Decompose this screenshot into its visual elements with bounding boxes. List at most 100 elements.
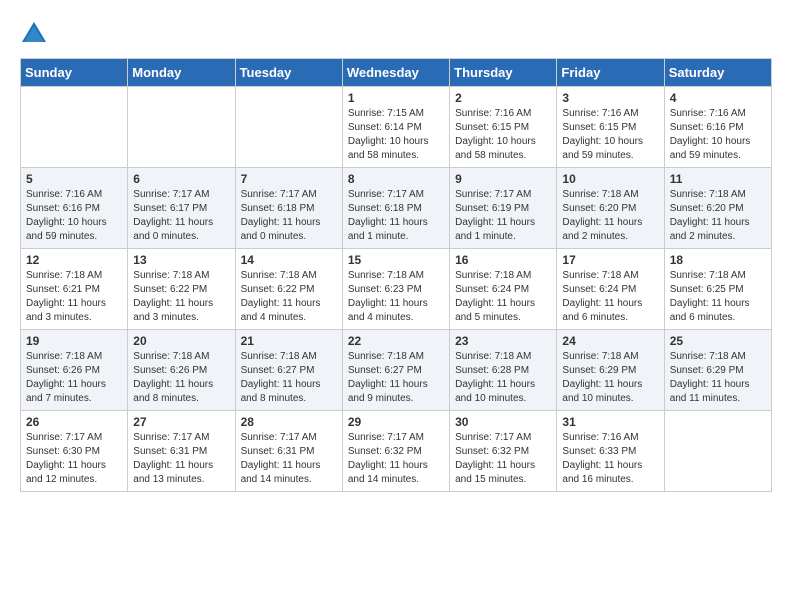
calendar-cell: 21 Sunrise: 7:18 AMSunset: 6:27 PMDayligh…: [235, 330, 342, 411]
cell-info: Sunrise: 7:16 AMSunset: 6:16 PMDaylight:…: [26, 188, 122, 244]
calendar-header-row: SundayMondayTuesdayWednesdayThursdayFrid…: [21, 59, 772, 87]
calendar-cell: 20 Sunrise: 7:18 AMSunset: 6:26 PMDayligh…: [128, 330, 235, 411]
weekday-header: Wednesday: [342, 59, 449, 87]
calendar-cell: 28 Sunrise: 7:17 AMSunset: 6:31 PMDayligh…: [235, 411, 342, 492]
calendar-cell: 31 Sunrise: 7:16 AMSunset: 6:33 PMDayligh…: [557, 411, 664, 492]
calendar-cell: 16 Sunrise: 7:18 AMSunset: 6:24 PMDayligh…: [450, 249, 557, 330]
cell-info: Sunrise: 7:18 AMSunset: 6:27 PMDaylight:…: [241, 350, 337, 406]
cell-info: Sunrise: 7:18 AMSunset: 6:22 PMDaylight:…: [133, 269, 229, 325]
cell-info: Sunrise: 7:16 AMSunset: 6:16 PMDaylight:…: [670, 107, 766, 163]
calendar-cell: 17Sunrise: 7:18 AMSunset: 6:24 PMDayligh…: [557, 249, 664, 330]
cell-info: Sunrise: 7:18 AMSunset: 6:20 PMDaylight:…: [562, 188, 658, 244]
cell-info: Sunrise: 7:17 AMSunset: 6:31 PMDaylight:…: [241, 431, 337, 487]
cell-info: Sunrise: 7:17 AMSunset: 6:19 PMDaylight:…: [455, 188, 551, 244]
day-number: 18: [670, 253, 766, 267]
cell-info: Sunrise: 7:16 AMSunset: 6:33 PMDaylight:…: [562, 431, 658, 487]
day-number: 26: [26, 415, 122, 429]
calendar-cell: 24 Sunrise: 7:18 AMSunset: 6:29 PMDayligh…: [557, 330, 664, 411]
calendar-cell: 10 Sunrise: 7:18 AMSunset: 6:20 PMDayligh…: [557, 168, 664, 249]
day-number: 27: [133, 415, 229, 429]
cell-info: Sunrise: 7:18 AMSunset: 6:25 PMDaylight:…: [670, 269, 766, 325]
day-number: 29: [348, 415, 444, 429]
cell-info: Sunrise: 7:18 AMSunset: 6:26 PMDaylight:…: [133, 350, 229, 406]
day-number: 14: [241, 253, 337, 267]
day-number: 6: [133, 172, 229, 186]
page-header: [20, 20, 772, 48]
calendar-cell: 6 Sunrise: 7:17 AMSunset: 6:17 PMDaylight…: [128, 168, 235, 249]
calendar-week-row: 19 Sunrise: 7:18 AMSunset: 6:26 PMDayligh…: [21, 330, 772, 411]
cell-info: Sunrise: 7:17 AMSunset: 6:31 PMDaylight:…: [133, 431, 229, 487]
calendar-cell: 29 Sunrise: 7:17 AMSunset: 6:32 PMDayligh…: [342, 411, 449, 492]
cell-info: Sunrise: 7:18 AMSunset: 6:23 PMDaylight:…: [348, 269, 444, 325]
calendar-cell: 26 Sunrise: 7:17 AMSunset: 6:30 PMDayligh…: [21, 411, 128, 492]
day-number: 2: [455, 91, 551, 105]
calendar-cell: 9 Sunrise: 7:17 AMSunset: 6:19 PMDaylight…: [450, 168, 557, 249]
day-number: 9: [455, 172, 551, 186]
day-number: 3: [562, 91, 658, 105]
calendar-cell: 15 Sunrise: 7:18 AMSunset: 6:23 PMDayligh…: [342, 249, 449, 330]
cell-info: Sunrise: 7:15 AMSunset: 6:14 PMDaylight:…: [348, 107, 444, 163]
weekday-header: Saturday: [664, 59, 771, 87]
weekday-header: Tuesday: [235, 59, 342, 87]
weekday-header: Thursday: [450, 59, 557, 87]
day-number: 5: [26, 172, 122, 186]
logo: [20, 20, 52, 48]
day-number: 1: [348, 91, 444, 105]
calendar-cell: [128, 87, 235, 168]
day-number: 4: [670, 91, 766, 105]
day-number: 10: [562, 172, 658, 186]
day-number: 30: [455, 415, 551, 429]
day-number: 22: [348, 334, 444, 348]
calendar-cell: 11Sunrise: 7:18 AMSunset: 6:20 PMDayligh…: [664, 168, 771, 249]
day-number: 20: [133, 334, 229, 348]
day-number: 31: [562, 415, 658, 429]
weekday-header: Monday: [128, 59, 235, 87]
calendar-cell: 12 Sunrise: 7:18 AMSunset: 6:21 PMDayligh…: [21, 249, 128, 330]
calendar-cell: 27 Sunrise: 7:17 AMSunset: 6:31 PMDayligh…: [128, 411, 235, 492]
calendar-week-row: 5 Sunrise: 7:16 AMSunset: 6:16 PMDaylight…: [21, 168, 772, 249]
calendar-cell: 2 Sunrise: 7:16 AMSunset: 6:15 PMDaylight…: [450, 87, 557, 168]
day-number: 28: [241, 415, 337, 429]
cell-info: Sunrise: 7:18 AMSunset: 6:29 PMDaylight:…: [562, 350, 658, 406]
calendar-week-row: 1 Sunrise: 7:15 AMSunset: 6:14 PMDaylight…: [21, 87, 772, 168]
day-number: 13: [133, 253, 229, 267]
calendar-cell: 23Sunrise: 7:18 AMSunset: 6:28 PMDayligh…: [450, 330, 557, 411]
day-number: 17: [562, 253, 658, 267]
day-number: 16: [455, 253, 551, 267]
cell-info: Sunrise: 7:17 AMSunset: 6:32 PMDaylight:…: [348, 431, 444, 487]
calendar-cell: 5 Sunrise: 7:16 AMSunset: 6:16 PMDaylight…: [21, 168, 128, 249]
cell-info: Sunrise: 7:17 AMSunset: 6:18 PMDaylight:…: [348, 188, 444, 244]
calendar-cell: [21, 87, 128, 168]
calendar-cell: 3 Sunrise: 7:16 AMSunset: 6:15 PMDaylight…: [557, 87, 664, 168]
day-number: 21: [241, 334, 337, 348]
day-number: 7: [241, 172, 337, 186]
cell-info: Sunrise: 7:18 AMSunset: 6:21 PMDaylight:…: [26, 269, 122, 325]
calendar-cell: [235, 87, 342, 168]
day-number: 15: [348, 253, 444, 267]
cell-info: Sunrise: 7:18 AMSunset: 6:29 PMDaylight:…: [670, 350, 766, 406]
calendar-cell: 19 Sunrise: 7:18 AMSunset: 6:26 PMDayligh…: [21, 330, 128, 411]
cell-info: Sunrise: 7:18 AMSunset: 6:20 PMDaylight:…: [670, 188, 766, 244]
calendar-cell: 30 Sunrise: 7:17 AMSunset: 6:32 PMDayligh…: [450, 411, 557, 492]
day-number: 23: [455, 334, 551, 348]
calendar-cell: 8 Sunrise: 7:17 AMSunset: 6:18 PMDaylight…: [342, 168, 449, 249]
cell-info: Sunrise: 7:17 AMSunset: 6:30 PMDaylight:…: [26, 431, 122, 487]
cell-info: Sunrise: 7:18 AMSunset: 6:24 PMDaylight:…: [455, 269, 551, 325]
day-number: 24: [562, 334, 658, 348]
cell-info: Sunrise: 7:16 AMSunset: 6:15 PMDaylight:…: [562, 107, 658, 163]
day-number: 12: [26, 253, 122, 267]
cell-info: Sunrise: 7:16 AMSunset: 6:15 PMDaylight:…: [455, 107, 551, 163]
calendar-week-row: 26 Sunrise: 7:17 AMSunset: 6:30 PMDayligh…: [21, 411, 772, 492]
calendar-cell: 1 Sunrise: 7:15 AMSunset: 6:14 PMDaylight…: [342, 87, 449, 168]
cell-info: Sunrise: 7:17 AMSunset: 6:18 PMDaylight:…: [241, 188, 337, 244]
weekday-header: Sunday: [21, 59, 128, 87]
day-number: 8: [348, 172, 444, 186]
day-number: 19: [26, 334, 122, 348]
cell-info: Sunrise: 7:18 AMSunset: 6:26 PMDaylight:…: [26, 350, 122, 406]
calendar-cell: 13 Sunrise: 7:18 AMSunset: 6:22 PMDayligh…: [128, 249, 235, 330]
calendar-cell: 22Sunrise: 7:18 AMSunset: 6:27 PMDayligh…: [342, 330, 449, 411]
calendar-cell: 25Sunrise: 7:18 AMSunset: 6:29 PMDayligh…: [664, 330, 771, 411]
cell-info: Sunrise: 7:17 AMSunset: 6:17 PMDaylight:…: [133, 188, 229, 244]
cell-info: Sunrise: 7:17 AMSunset: 6:32 PMDaylight:…: [455, 431, 551, 487]
calendar-table: SundayMondayTuesdayWednesdayThursdayFrid…: [20, 58, 772, 492]
